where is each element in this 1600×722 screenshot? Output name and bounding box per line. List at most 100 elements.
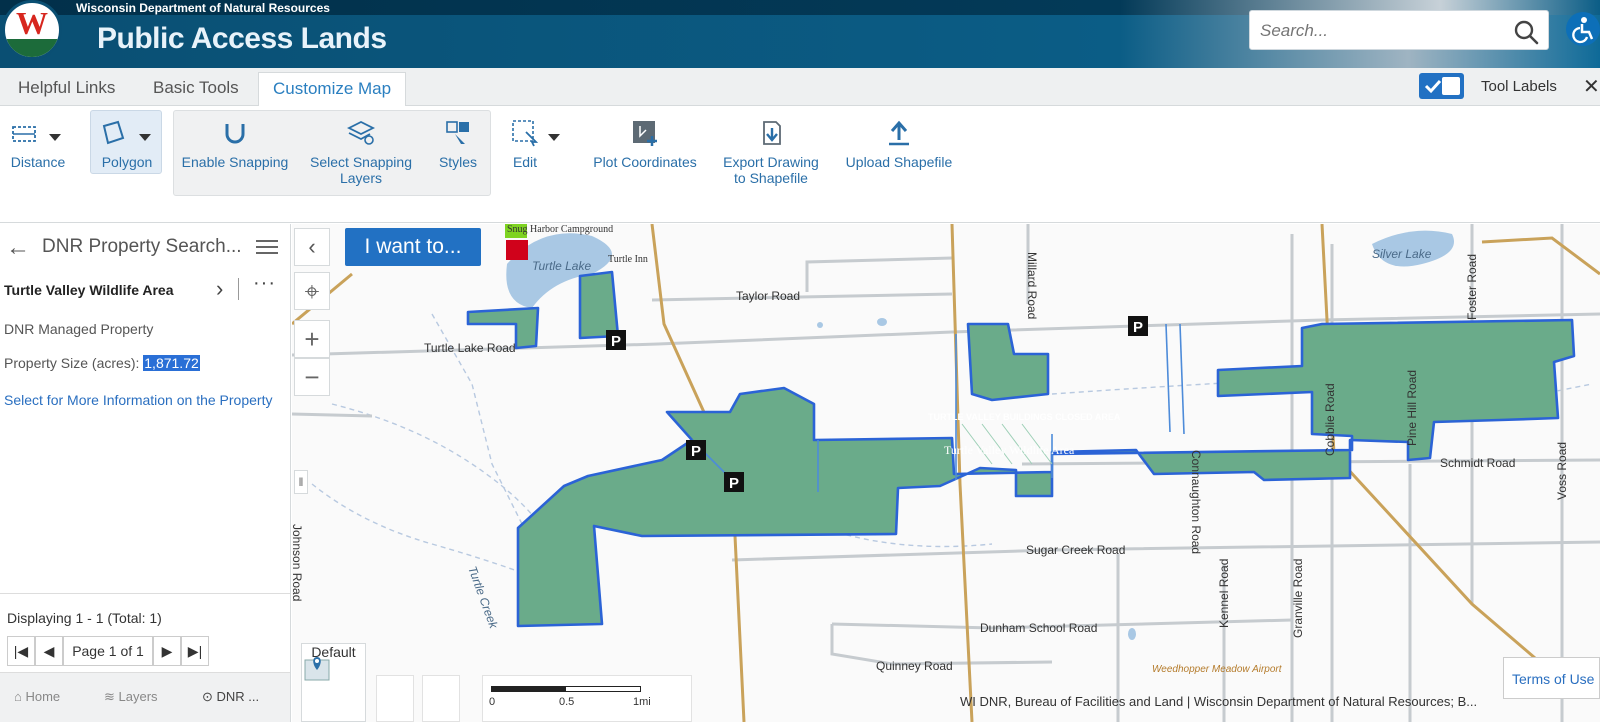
distance-label: Distance bbox=[10, 154, 66, 170]
styles-button[interactable]: Styles bbox=[433, 106, 483, 196]
campground-icon[interactable] bbox=[506, 240, 528, 260]
polygon-dropdown-icon[interactable] bbox=[139, 134, 151, 141]
close-ribbon-icon[interactable]: ✕ bbox=[1583, 74, 1600, 99]
plot-coordinates-button[interactable]: Plot Coordinates bbox=[590, 106, 700, 196]
label-connaughton-road-vert: Connaughton Road bbox=[1189, 450, 1203, 554]
chevron-right-icon[interactable]: › bbox=[216, 276, 223, 302]
back-arrow-icon[interactable]: ← bbox=[6, 234, 30, 262]
panel-menu-icon[interactable] bbox=[256, 236, 278, 258]
polygon-icon bbox=[102, 120, 125, 145]
upload-shapefile-button[interactable]: Upload Shapefile bbox=[843, 106, 955, 196]
size-value: 1,871.72 bbox=[143, 355, 200, 371]
edit-dropdown-icon[interactable] bbox=[548, 134, 560, 141]
label-taylor-road: Taylor Road bbox=[736, 289, 800, 303]
label-schmidt-road: Schmidt Road bbox=[1440, 456, 1515, 470]
search-icon[interactable] bbox=[1512, 18, 1540, 46]
last-page-button[interactable]: ▶| bbox=[181, 636, 209, 666]
tab-helpful-links[interactable]: Helpful Links bbox=[4, 72, 129, 106]
magnet-icon bbox=[225, 124, 245, 144]
layers-tab-label: Layers bbox=[118, 689, 158, 704]
logo-letter: W bbox=[16, 5, 48, 41]
tab-basic-tools[interactable]: Basic Tools bbox=[139, 72, 253, 106]
select-snapping-layers-button[interactable]: Select Snapping Layers bbox=[306, 106, 416, 196]
page-indicator: Page 1 of 1 bbox=[63, 636, 153, 666]
layers-tab[interactable]: ≋ Layers bbox=[104, 689, 158, 705]
search-input[interactable] bbox=[1260, 19, 1500, 43]
ruler-icon bbox=[12, 126, 36, 142]
edit-tool[interactable]: Edit bbox=[500, 106, 550, 196]
styles-label: Styles bbox=[438, 154, 478, 170]
default-basemap-button[interactable]: Default bbox=[301, 643, 366, 722]
label-airport: Weedhopper Meadow Airport bbox=[1152, 664, 1283, 675]
label-snug-harbor: Snug Harbor Campground bbox=[507, 224, 613, 235]
label-quinney-road: Quinney Road bbox=[876, 659, 953, 673]
select-snapping-layers-label: Select Snapping Layers bbox=[310, 154, 412, 186]
plot-coordinates-label: Plot Coordinates bbox=[593, 154, 697, 170]
label-closed-area: TURTLE VALLEY BUILDINGS CLOSED AREA bbox=[928, 412, 1121, 422]
edit-select-icon bbox=[512, 120, 539, 147]
svg-text:P: P bbox=[691, 443, 701, 460]
search-results-panel: ← DNR Property Search... Turtle Valley W… bbox=[0, 224, 291, 722]
export-drawing-button[interactable]: Export Drawing to Shapefile bbox=[716, 106, 826, 196]
upload-icon bbox=[889, 120, 909, 146]
app-title: Public Access Lands bbox=[97, 22, 387, 55]
label-dunham-school-road: Dunham School Road bbox=[980, 621, 1097, 635]
scale-toggle-button[interactable] bbox=[422, 675, 460, 722]
toolbar: Distance Polygon Enable Snapping Select … bbox=[0, 106, 1600, 223]
enable-snapping-button[interactable]: Enable Snapping bbox=[180, 106, 290, 196]
zoom-in-button[interactable]: + bbox=[294, 320, 330, 358]
label-turtle-valley-wa: Turtle Valley Wildlife Area bbox=[944, 443, 1075, 457]
locate-me-button[interactable]: ⌖ bbox=[294, 272, 330, 310]
more-options-icon[interactable]: ··· bbox=[253, 272, 276, 295]
label-turtle-creek: Turtle Creek bbox=[465, 564, 501, 631]
panel-resize-handle[interactable]: ‖ bbox=[294, 470, 308, 494]
svg-text:P: P bbox=[729, 475, 739, 492]
label-turtle-lake: Turtle Lake bbox=[532, 259, 591, 273]
label-sugar-creek-road: Sugar Creek Road bbox=[1026, 543, 1125, 557]
result-size: Property Size (acres): 1,871.72 bbox=[4, 355, 200, 371]
grid-toggle-button[interactable] bbox=[376, 675, 414, 722]
label-silver-lake: Silver Lake bbox=[1372, 247, 1432, 261]
svg-text:P: P bbox=[611, 333, 621, 350]
prev-page-button[interactable]: ◀ bbox=[35, 636, 63, 666]
home-tab[interactable]: ⌂ Home bbox=[14, 689, 60, 704]
zoom-out-button[interactable]: − bbox=[294, 358, 330, 396]
label-millard-road: Millard Road bbox=[1025, 252, 1039, 319]
next-page-button[interactable]: ▶ bbox=[153, 636, 181, 666]
edit-label: Edit bbox=[512, 154, 538, 170]
collapse-panel-button[interactable]: ‹ bbox=[294, 228, 330, 266]
label-johnson-road: Johnson Road bbox=[292, 524, 304, 601]
tool-labels-label: Tool Labels bbox=[1481, 78, 1557, 95]
styles-icon bbox=[446, 121, 469, 144]
tool-labels-checkbox[interactable] bbox=[1419, 73, 1464, 99]
i-want-to-button[interactable]: I want to... bbox=[345, 228, 481, 266]
scale-end: 1mi bbox=[633, 696, 651, 708]
tab-customize-map[interactable]: Customize Map bbox=[258, 72, 407, 106]
dnr-search-tab[interactable]: ⊙ DNR ... bbox=[202, 689, 259, 705]
label-foster-road: Foster Road bbox=[1465, 254, 1479, 320]
accessibility-icon[interactable] bbox=[1566, 12, 1600, 46]
label-pine-hill-road: Pine Hill Road bbox=[1405, 370, 1419, 446]
dnr-tab-label: DNR ... bbox=[216, 689, 260, 704]
map-view[interactable]: P P P P Taylor Road Turtle Lake Road Sug… bbox=[292, 224, 1600, 722]
ribbon-tabs: Helpful Links Basic Tools Customize Map … bbox=[0, 68, 1600, 106]
distance-dropdown-icon[interactable] bbox=[49, 134, 61, 141]
home-icon: ⌂ bbox=[14, 689, 22, 704]
pager: |◀ ◀ Page 1 of 1 ▶ ▶| bbox=[7, 636, 209, 668]
distance-tool[interactable]: Distance bbox=[2, 106, 74, 196]
search-results-icon: ⊙ bbox=[202, 689, 213, 704]
result-name[interactable]: Turtle Valley Wildlife Area bbox=[4, 282, 173, 298]
scale-bar: 0 0.5 1mi bbox=[482, 675, 692, 722]
basemap-icon bbox=[304, 657, 330, 681]
map-canvas[interactable]: P P P P Taylor Road Turtle Lake Road Sug… bbox=[292, 224, 1600, 722]
dnr-logo[interactable]: W bbox=[2, 0, 62, 60]
terms-of-use-link[interactable]: Terms of Use bbox=[1503, 657, 1600, 699]
logo-base bbox=[5, 39, 59, 57]
polygon-tool[interactable]: Polygon bbox=[92, 106, 162, 196]
more-info-link[interactable]: Select for More Information on the Prope… bbox=[4, 391, 284, 410]
first-page-button[interactable]: |◀ bbox=[7, 636, 35, 666]
home-tab-label: Home bbox=[25, 689, 61, 704]
app-header: W Wisconsin Department of Natural Resour… bbox=[0, 0, 1600, 68]
department-name: Wisconsin Department of Natural Resource… bbox=[76, 1, 330, 15]
layers-magnet-icon bbox=[346, 120, 376, 145]
